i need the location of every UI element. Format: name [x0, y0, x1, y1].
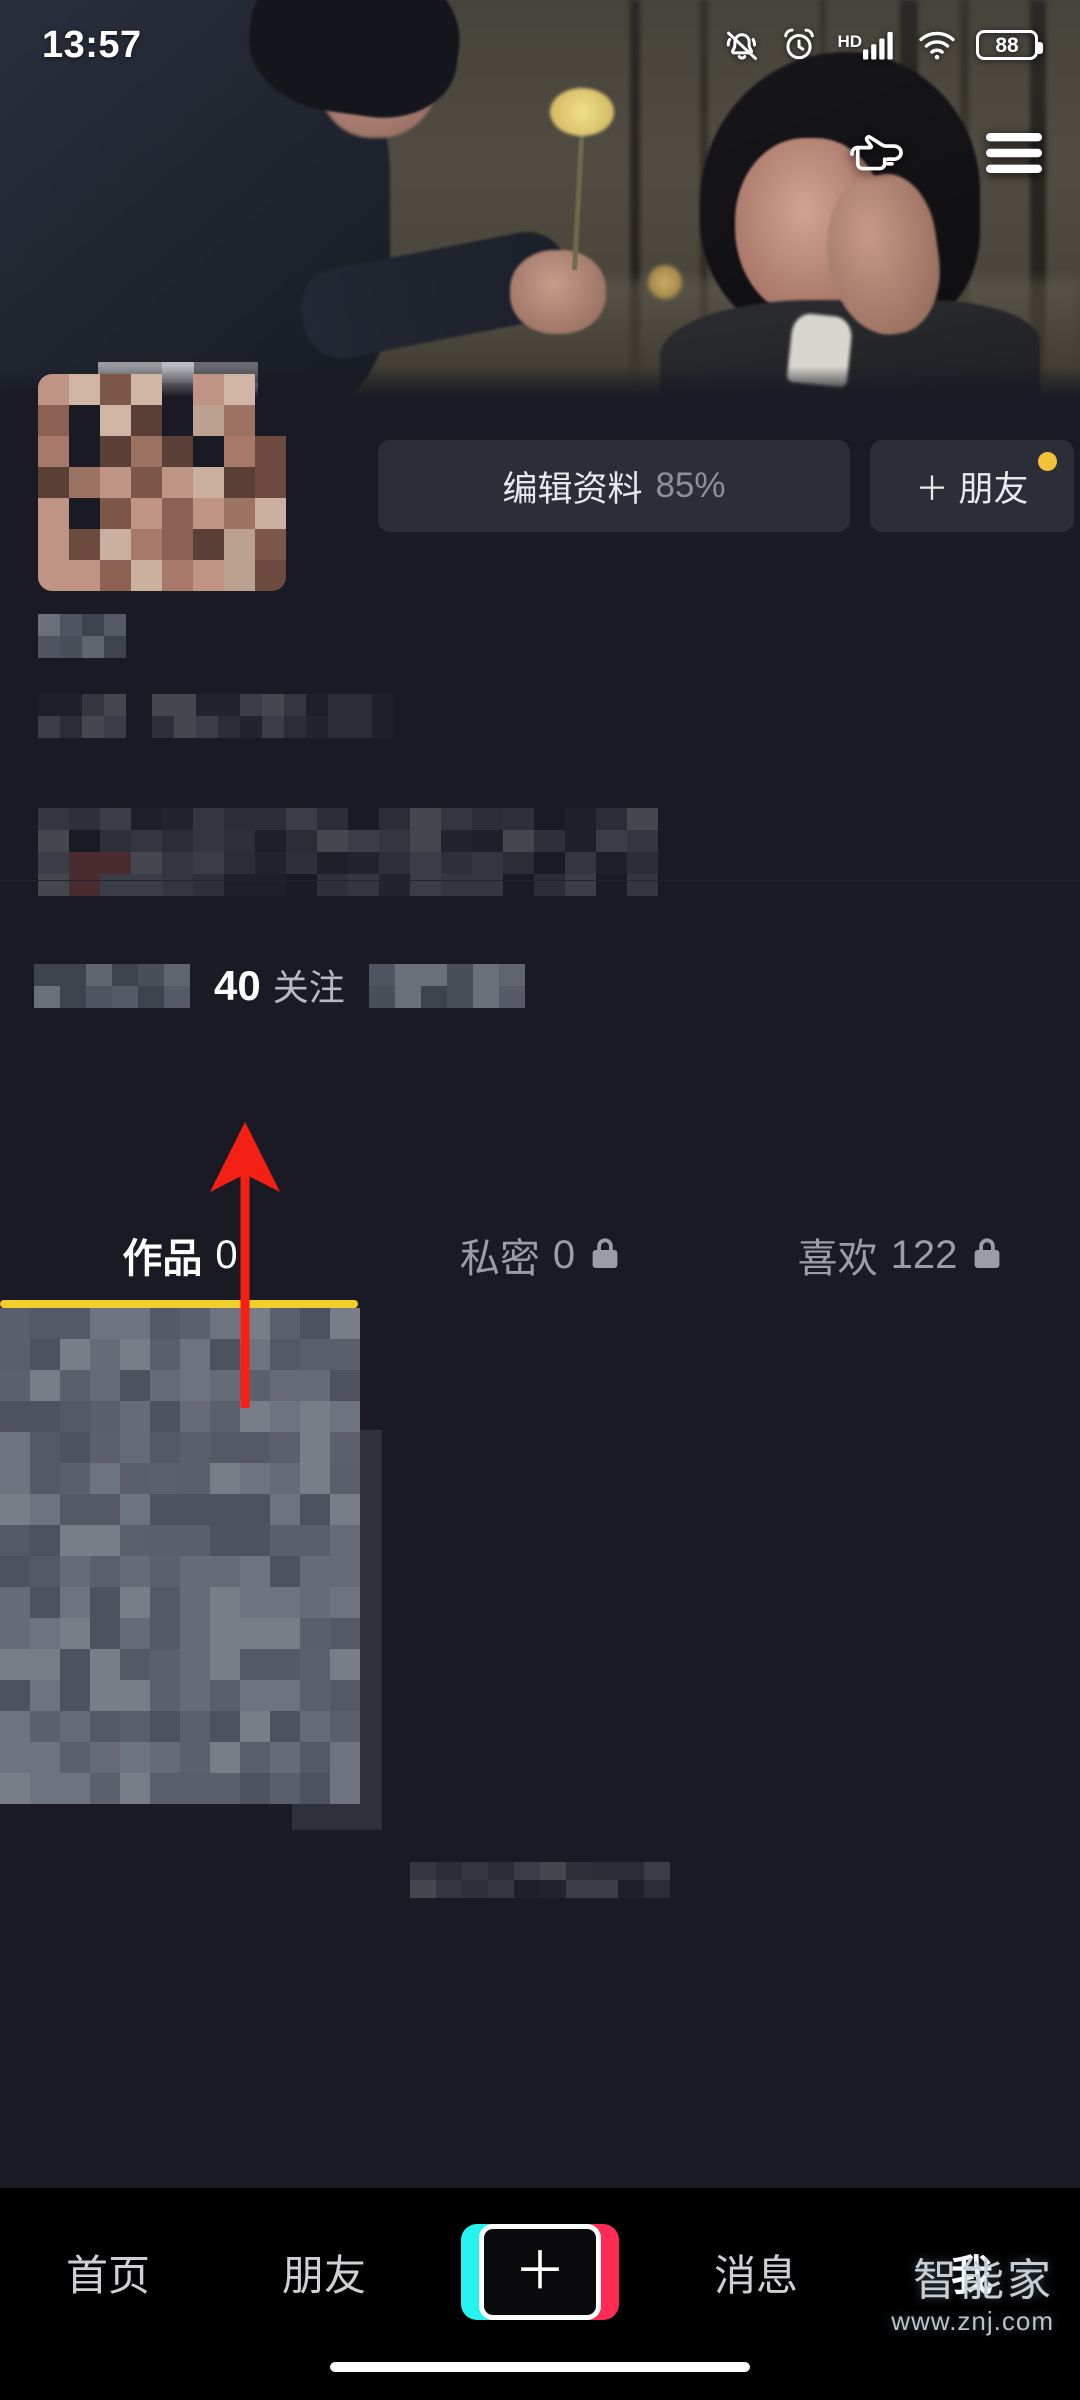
- plus-icon: ＋: [479, 2224, 601, 2320]
- censored-user-id: [38, 694, 126, 738]
- following-label: 关注: [272, 967, 345, 1008]
- avatar[interactable]: [38, 374, 286, 591]
- censored-user-meta: [152, 694, 394, 738]
- nav-friends[interactable]: 朋友: [216, 2222, 432, 2322]
- tab-likes[interactable]: 喜欢 122: [720, 1205, 1080, 1305]
- thumbnail-primary[interactable]: [0, 1308, 360, 1804]
- hamburger-menu-icon[interactable]: [986, 132, 1042, 174]
- profile-section: 编辑资料 85% ＋ 朋友 40 关注: [0, 374, 1080, 1008]
- watermark-url: www.znj.com: [891, 2306, 1054, 2337]
- battery-level: 88: [995, 33, 1019, 57]
- hd-icon: HD: [837, 32, 862, 51]
- tab-works-label: 作品: [122, 1237, 203, 1281]
- alarm-clock-icon: [780, 26, 818, 64]
- tab-works-count: 0: [215, 1232, 238, 1277]
- create-button[interactable]: ＋: [470, 2224, 610, 2320]
- profile-header-row: 编辑资料 85% ＋ 朋友: [0, 374, 1080, 600]
- battery-icon: 88: [976, 30, 1043, 60]
- censored-stat-right[interactable]: [368, 964, 525, 1008]
- tab-likes-count: 122: [890, 1232, 958, 1277]
- lock-icon: [972, 1236, 1002, 1275]
- tab-likes-label: 喜欢: [797, 1237, 878, 1281]
- divider-top: [0, 880, 1080, 881]
- signal-bars-icon: HD: [837, 29, 898, 61]
- censored-bio: [38, 808, 658, 896]
- add-friend-button[interactable]: ＋ 朋友: [870, 440, 1074, 532]
- tab-private-count: 0: [552, 1232, 576, 1277]
- status-bar: 13:57 HD 88: [0, 0, 1080, 90]
- wifi-icon: [917, 29, 957, 61]
- status-icons: HD 88: [723, 26, 1043, 64]
- profile-action-buttons: 编辑资料 85% ＋ 朋友: [378, 440, 1074, 532]
- plus-icon: ＋: [915, 470, 949, 507]
- notification-badge-dot: [1038, 452, 1057, 471]
- nav-create[interactable]: ＋: [432, 2222, 648, 2322]
- bell-muted-icon: [723, 26, 761, 64]
- active-tab-indicator: [0, 1300, 358, 1308]
- watermark-brand: 智能家: [913, 2256, 1054, 2306]
- stat-following[interactable]: 40 关注: [214, 965, 345, 1007]
- status-time: 13:57: [42, 23, 142, 66]
- tab-private-label: 私密: [459, 1237, 540, 1281]
- censored-caption: [410, 1862, 670, 1898]
- pointing-hand-icon[interactable]: [846, 128, 908, 178]
- profile-id-row: [0, 694, 1080, 738]
- lock-icon: [590, 1236, 620, 1275]
- profile-tabs: 作品 0 私密 0 喜欢 122: [0, 1205, 1080, 1305]
- nav-home[interactable]: 首页: [0, 2222, 216, 2322]
- edit-profile-label: 编辑资料: [502, 469, 643, 509]
- censored-stat-left[interactable]: [34, 964, 190, 1008]
- edit-profile-percent: 85%: [655, 466, 726, 505]
- tab-private[interactable]: 私密 0: [360, 1205, 720, 1305]
- profile-bio-row: [0, 808, 1080, 896]
- header-icons: [846, 128, 1042, 178]
- nav-messages[interactable]: 消息: [648, 2222, 864, 2322]
- stats-row: 40 关注: [0, 964, 1080, 1008]
- content-grid: [0, 1308, 1080, 1868]
- watermark: 智能家 www.znj.com: [891, 2256, 1054, 2337]
- tab-works[interactable]: 作品 0: [0, 1205, 360, 1305]
- home-indicator[interactable]: [330, 2362, 750, 2372]
- add-friend-label: 朋友: [958, 469, 1029, 509]
- censored-username: [38, 614, 126, 658]
- edit-profile-button[interactable]: 编辑资料 85%: [378, 440, 850, 532]
- profile-name-row: [0, 614, 1080, 658]
- following-count: 40: [214, 962, 261, 1009]
